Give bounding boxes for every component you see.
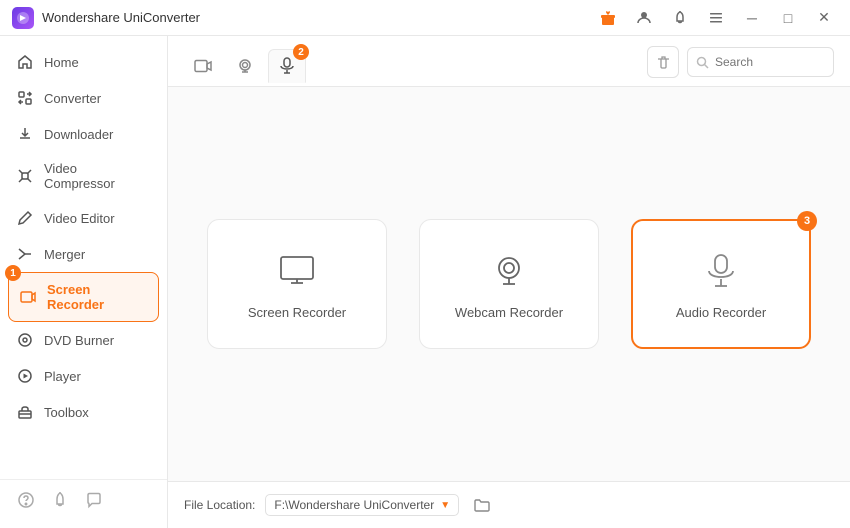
sidebar-item-screen-recorder[interactable]: 1 Screen Recorder xyxy=(8,272,159,322)
sidebar-item-merger[interactable]: Merger xyxy=(0,236,167,272)
sidebar-item-video-compressor[interactable]: Video Compressor xyxy=(0,152,167,200)
sidebar-label-merger: Merger xyxy=(44,247,85,262)
compress-icon xyxy=(16,167,34,185)
titlebar: Wondershare UniConverter ─ □ ✕ xyxy=(0,0,850,36)
file-path-text: F:\Wondershare UniConverter xyxy=(274,498,434,512)
merge-icon xyxy=(16,245,34,263)
help-icon[interactable] xyxy=(16,490,36,510)
sidebar-label-screen-recorder: Screen Recorder xyxy=(47,282,148,312)
tab-badge-audio: 2 xyxy=(293,44,309,60)
maximize-button[interactable]: □ xyxy=(774,4,802,32)
sidebar-label-converter: Converter xyxy=(44,91,101,106)
titlebar-controls: ─ □ ✕ xyxy=(594,4,838,32)
sidebar-label-downloader: Downloader xyxy=(44,127,113,142)
audio-recorder-card[interactable]: 3 Audio Recorder xyxy=(631,219,811,349)
user-icon[interactable] xyxy=(630,4,658,32)
path-chevron-icon: ▼ xyxy=(440,500,450,511)
sidebar-label-video-compressor: Video Compressor xyxy=(44,161,151,191)
sidebar-badge-screen-recorder: 1 xyxy=(5,265,21,281)
app-title: Wondershare UniConverter xyxy=(42,10,200,25)
dvd-icon xyxy=(16,331,34,349)
webcam-recorder-card[interactable]: Webcam Recorder xyxy=(419,219,599,349)
sidebar-item-player[interactable]: Player xyxy=(0,358,167,394)
edit-icon xyxy=(16,209,34,227)
sidebar-label-player: Player xyxy=(44,369,81,384)
gift-icon[interactable] xyxy=(594,4,622,32)
notification-icon[interactable] xyxy=(50,490,70,510)
webcam-card-icon xyxy=(487,249,531,293)
footer: File Location: F:\Wondershare UniConvert… xyxy=(168,481,850,528)
sidebar-label-dvd-burner: DVD Burner xyxy=(44,333,114,348)
sidebar-item-downloader[interactable]: Downloader xyxy=(0,116,167,152)
search-box xyxy=(687,47,834,77)
toolbox-icon xyxy=(16,403,34,421)
tab-video-recorder[interactable] xyxy=(184,49,222,83)
screen-recorder-card-label: Screen Recorder xyxy=(248,305,346,320)
sidebar-label-home: Home xyxy=(44,55,79,70)
sidebar-item-home[interactable]: Home xyxy=(0,44,167,80)
open-folder-button[interactable] xyxy=(469,492,495,518)
search-icon xyxy=(696,56,709,69)
sidebar-item-dvd-burner[interactable]: DVD Burner xyxy=(0,322,167,358)
record-icon xyxy=(19,288,37,306)
microphone-icon xyxy=(699,249,743,293)
feedback-icon[interactable] xyxy=(84,490,104,510)
home-icon xyxy=(16,53,34,71)
sidebar-item-converter[interactable]: Converter xyxy=(0,80,167,116)
minimize-button[interactable]: ─ xyxy=(738,4,766,32)
search-input[interactable] xyxy=(715,55,825,69)
sidebar-item-video-editor[interactable]: Video Editor xyxy=(0,200,167,236)
main-layout: Home Converter Downloader Video Compress… xyxy=(0,36,850,528)
sidebar-item-toolbox[interactable]: Toolbox xyxy=(0,394,167,430)
sidebar-label-video-editor: Video Editor xyxy=(44,211,115,226)
sidebar-label-toolbox: Toolbox xyxy=(44,405,89,420)
cards-area: Screen Recorder Webcam Recorder 3 Audio … xyxy=(168,87,850,481)
monitor-icon xyxy=(275,249,319,293)
tab-audio-recorder[interactable]: 2 xyxy=(268,49,306,83)
sidebar: Home Converter Downloader Video Compress… xyxy=(0,36,168,528)
tab-bar: 2 xyxy=(168,36,850,87)
webcam-recorder-card-label: Webcam Recorder xyxy=(455,305,563,320)
tab-webcam-recorder[interactable] xyxy=(226,49,264,83)
close-button[interactable]: ✕ xyxy=(810,4,838,32)
play-icon xyxy=(16,367,34,385)
content-area: 2 Screen Recorder xyxy=(168,36,850,528)
converter-icon xyxy=(16,89,34,107)
sidebar-bottom xyxy=(0,479,167,520)
audio-card-badge: 3 xyxy=(797,211,817,231)
audio-recorder-card-label: Audio Recorder xyxy=(676,305,766,320)
toolbar-right xyxy=(647,46,834,86)
file-location-label: File Location: xyxy=(184,498,255,512)
bell-icon[interactable] xyxy=(666,4,694,32)
delete-button[interactable] xyxy=(647,46,679,78)
titlebar-left: Wondershare UniConverter xyxy=(12,7,200,29)
menu-icon[interactable] xyxy=(702,4,730,32)
downloader-icon xyxy=(16,125,34,143)
file-location-path[interactable]: F:\Wondershare UniConverter ▼ xyxy=(265,494,459,516)
screen-recorder-card[interactable]: Screen Recorder xyxy=(207,219,387,349)
app-icon xyxy=(12,7,34,29)
